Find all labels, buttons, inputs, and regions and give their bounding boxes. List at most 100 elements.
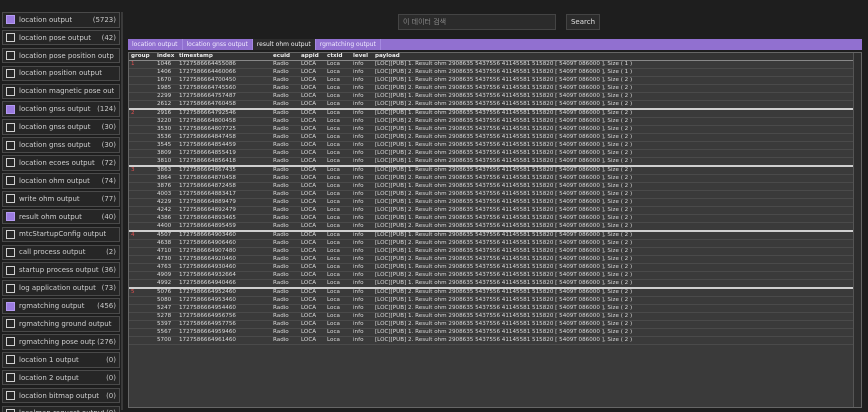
checkbox[interactable] <box>6 68 15 78</box>
checkbox[interactable] <box>6 337 15 347</box>
checkbox[interactable] <box>6 122 15 132</box>
table-row[interactable]: 4710 1727586664907480 Radio LOCA Loca info [LO… <box>129 247 853 256</box>
tab[interactable]: location output <box>128 39 183 50</box>
table-row[interactable]: 3864 1727586664870458 Radio LOCA Loca info [LO… <box>129 174 853 183</box>
column-header[interactable]: timestamp <box>177 53 271 61</box>
sidebar-item[interactable]: result ohm output (40) <box>2 208 120 225</box>
cell-appid: LOCA <box>299 84 325 93</box>
table-row[interactable]: 5080 1727586664953460 Radio LOCA Loca info [LO… <box>129 296 853 305</box>
table-row[interactable]: 3809 1727586664855419 Radio LOCA Loca info [LO… <box>129 149 853 158</box>
tab[interactable]: result ohm output <box>252 39 316 50</box>
cell-ecuid: Radio <box>271 263 299 272</box>
table-row[interactable]: 3536 1727586664847458 Radio LOCA Loca info [LO… <box>129 133 853 142</box>
table-row[interactable]: 3876 1727586664872458 Radio LOCA Loca info [LO… <box>129 182 853 191</box>
sidebar-item[interactable]: location pose position output <box>2 47 120 64</box>
tab[interactable]: rgmatching output <box>316 39 381 50</box>
sidebar-item[interactable]: location ohm output (74) <box>2 173 120 189</box>
sidebar-item-label: result ohm output <box>19 212 82 221</box>
table-row[interactable]: 5 5076 1727586664952460 Radio LOCA Loca info [L… <box>129 287 853 297</box>
sidebar-item[interactable]: call process output (2) <box>2 244 120 261</box>
checkbox[interactable] <box>6 301 15 311</box>
sidebar-item[interactable]: location magnetic pose output <box>2 83 120 100</box>
table-row[interactable]: 4992 1727586664940466 Radio LOCA Loca info [LO… <box>129 279 853 289</box>
table-row[interactable]: 4 4507 1727586664903460 Radio LOCA Loca info [L… <box>129 230 853 240</box>
table-row[interactable]: 4003 1727586664883417 Radio LOCA Loca info [LO… <box>129 190 853 199</box>
sidebar-item[interactable]: rgmatching ground output <box>2 316 120 332</box>
table-row[interactable]: 3 3863 1727586664867435 Radio LOCA Loca info [L… <box>129 165 853 175</box>
checkbox[interactable] <box>6 319 15 329</box>
table-row[interactable]: 2 2916 1727586664792546 Radio LOCA Loca info [L… <box>129 108 853 118</box>
table-row[interactable]: 4909 1727586664932664 Radio LOCA Loca info [LO… <box>129 271 853 280</box>
column-header[interactable]: group <box>129 53 155 61</box>
column-header[interactable]: appid <box>299 53 325 61</box>
checkbox[interactable] <box>6 229 15 239</box>
sidebar-item[interactable]: location bitmap output (0) <box>2 387 120 404</box>
checkbox[interactable] <box>6 283 15 293</box>
table-row[interactable]: 4763 1727586664930460 Radio LOCA Loca info [LO… <box>129 263 853 272</box>
table-row[interactable]: 4229 1727586664889479 Radio LOCA Loca info [LO… <box>129 198 853 207</box>
table-row[interactable]: 5700 1727586664961460 Radio LOCA Loca info [LO… <box>129 336 853 345</box>
table-row[interactable]: 4638 1727586664906460 Radio LOCA Loca info [LO… <box>129 239 853 248</box>
table-row[interactable]: 4386 1727586664893465 Radio LOCA Loca info [LO… <box>129 214 853 223</box>
checkbox[interactable] <box>6 355 15 365</box>
checkbox[interactable] <box>6 265 15 275</box>
column-header[interactable]: index <box>155 53 177 61</box>
checkbox[interactable] <box>6 247 15 257</box>
table-row[interactable]: 3545 1727586664854459 Radio LOCA Loca info [LO… <box>129 141 853 150</box>
table-row[interactable]: 5278 1727586664956756 Radio LOCA Loca info [LO… <box>129 312 853 321</box>
column-header[interactable]: payload <box>373 53 853 61</box>
table-row[interactable]: 4730 1727586664920460 Radio LOCA Loca info [LO… <box>129 255 853 264</box>
table-row[interactable]: 1406 1727586664460066 Radio LOCA Loca info [LO… <box>129 68 853 77</box>
column-header[interactable]: ecuid <box>271 53 299 61</box>
sidebar-item[interactable]: location ecoes output (72) <box>2 155 120 171</box>
checkbox[interactable] <box>6 86 15 96</box>
sidebar-item[interactable]: location output (5723) <box>2 12 120 28</box>
table-row[interactable]: 1 1046 1727586664455086 Radio LOCA Loca info [L… <box>129 60 853 69</box>
sidebar-item[interactable]: localmap request output(0) <box>2 405 120 412</box>
cell-ctxid: Loca <box>325 182 351 191</box>
sidebar-item[interactable]: write ohm output (77) <box>2 190 120 207</box>
search-button[interactable]: Search <box>566 14 600 30</box>
checkbox[interactable] <box>6 140 15 150</box>
sidebar-divider[interactable] <box>121 12 123 410</box>
table-row[interactable]: 4400 1727586664895459 Radio LOCA Loca info [LO… <box>129 222 853 232</box>
sidebar-item[interactable]: location gnss output (124) <box>2 101 120 118</box>
checkbox[interactable] <box>6 104 15 114</box>
table-row[interactable]: 5397 1727586664957756 Radio LOCA Loca info [LO… <box>129 320 853 329</box>
table-row[interactable]: 4242 1727586664892479 Radio LOCA Loca info [LO… <box>129 206 853 215</box>
table-row[interactable]: 3810 1727586664856418 Radio LOCA Loca info [LO… <box>129 157 853 167</box>
search-input[interactable] <box>398 14 556 30</box>
sidebar-item[interactable]: startup process output (36) <box>2 262 120 279</box>
checkbox[interactable] <box>6 158 15 168</box>
table-scrollbar[interactable] <box>853 53 861 407</box>
table-row[interactable]: 3220 1727586664800458 Radio LOCA Loca info [LO… <box>129 117 853 126</box>
checkbox[interactable] <box>6 51 15 61</box>
table-row[interactable]: 1985 1727586664745560 Radio LOCA Loca info [LO… <box>129 84 853 93</box>
sidebar-item[interactable]: location 1 output (0) <box>2 351 120 368</box>
sidebar-item[interactable]: location gnss output (30) <box>2 137 120 153</box>
table-row[interactable]: 2612 1727586664760458 Radio LOCA Loca info [LO… <box>129 100 853 110</box>
sidebar-item[interactable]: location pose output (42) <box>2 29 120 46</box>
sidebar-item[interactable]: location position output <box>2 65 120 82</box>
column-header[interactable]: level <box>351 53 373 61</box>
checkbox[interactable] <box>6 33 15 43</box>
column-header[interactable]: ctxid <box>325 53 351 61</box>
checkbox[interactable] <box>6 391 15 400</box>
checkbox[interactable] <box>6 212 15 222</box>
sidebar-item[interactable]: location 2 output (0) <box>2 369 120 386</box>
table-row[interactable]: 3530 1727586664807725 Radio LOCA Loca info [LO… <box>129 125 853 134</box>
table-row[interactable]: 5247 1727586664954460 Radio LOCA Loca info [LO… <box>129 304 853 313</box>
sidebar-item[interactable]: log application output (73) <box>2 280 120 296</box>
table-row[interactable]: 2299 1727586664757487 Radio LOCA Loca info [LO… <box>129 92 853 101</box>
checkbox[interactable] <box>6 373 15 383</box>
tab[interactable]: location gnss output <box>183 39 253 50</box>
checkbox[interactable] <box>6 176 15 186</box>
table-row[interactable]: 5567 1727586664959460 Radio LOCA Loca info [LO… <box>129 328 853 337</box>
sidebar-item[interactable]: rgmatching pose output (276) <box>2 334 120 350</box>
sidebar-item[interactable]: rgmatching output (456) <box>2 298 120 314</box>
table-row[interactable]: 1670 1727586664700450 Radio LOCA Loca info [LO… <box>129 76 853 85</box>
sidebar-item[interactable]: location gnss output (30) <box>2 119 120 135</box>
checkbox[interactable] <box>6 194 15 204</box>
checkbox[interactable] <box>6 15 15 25</box>
sidebar-item[interactable]: mtcStartupConfig output <box>2 226 120 243</box>
